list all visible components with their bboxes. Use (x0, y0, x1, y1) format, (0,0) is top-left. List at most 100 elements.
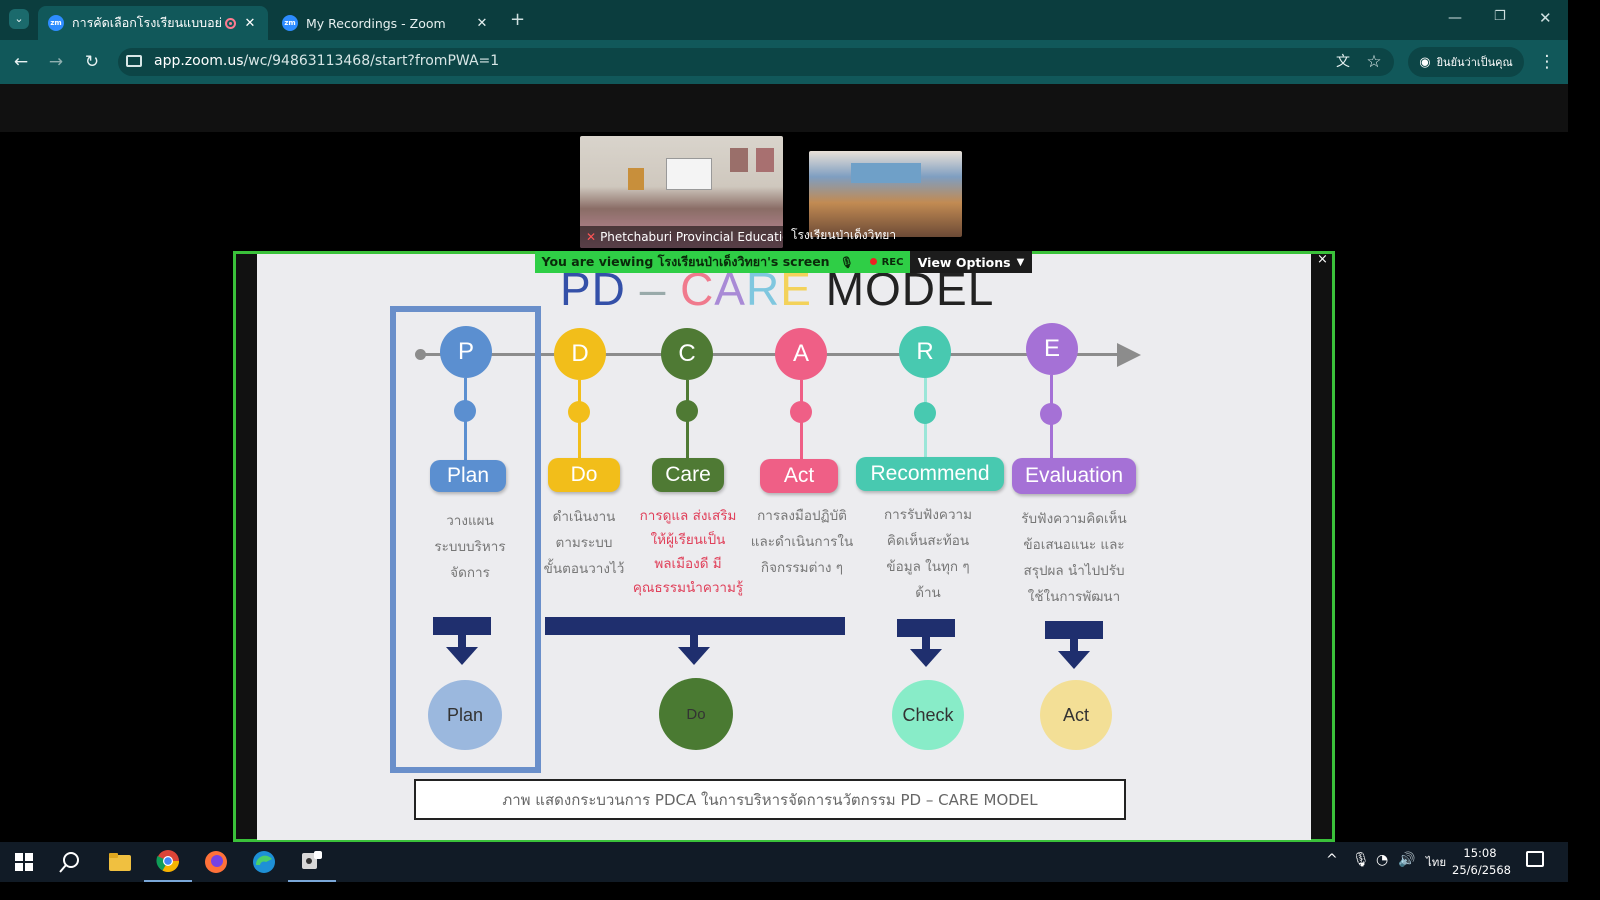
obs-button[interactable] (288, 842, 336, 882)
clock-time: 15:08 (1463, 846, 1497, 860)
slide-caption: ภาพ แสดงกระบวนการ PDCA ในการบริหารจัดการ… (502, 790, 1038, 809)
slide-caption-box: ภาพ แสดงกระบวนการ PDCA ในการบริหารจัดการ… (414, 779, 1126, 820)
down-arrow-icon (446, 647, 478, 665)
shrine-decoration (628, 168, 644, 190)
back-arrow-icon[interactable]: ← (11, 52, 31, 72)
site-info-icon[interactable] (126, 55, 142, 67)
forward-arrow-icon[interactable]: → (46, 52, 66, 72)
edge-icon (253, 851, 275, 873)
tab-title: My Recordings - Zoom (306, 15, 446, 31)
url-domain: app.zoom.us (154, 53, 244, 69)
tab-search-icon[interactable]: ⌄ (9, 9, 29, 29)
desc-line: ตามระบบ (555, 535, 613, 551)
browser-menu-icon[interactable]: ⋮ (1537, 52, 1557, 72)
step-desc-recommend: การรับฟังความ คิดเห็นสะท้อน ข้อมูล ในทุก… (866, 502, 990, 606)
file-explorer-button[interactable] (96, 842, 144, 882)
url-text[interactable]: app.zoom.us/wc/94863113468/start?fromPWA… (154, 53, 499, 69)
bookmark-star-icon[interactable]: ☆ (1364, 52, 1384, 72)
viewing-banner: You are viewing โรงเรียนป่าเด็งวิทยา's s… (535, 251, 910, 273)
notification-icon[interactable] (1526, 851, 1544, 867)
window-close-button[interactable]: ✕ (1539, 9, 1552, 27)
zoom-icon: zm (282, 15, 298, 31)
desc-line: กิจกรรมต่าง ๆ (760, 560, 844, 576)
reload-icon[interactable]: ↻ (82, 52, 102, 72)
step-label-act: Act (760, 459, 838, 493)
down-arrow-icon (678, 647, 710, 665)
desc-line: คุณธรรมนำความรู้ (632, 580, 744, 596)
chrome-button[interactable] (144, 842, 192, 882)
desc-line: ข้อมูล ในทุก ๆ (886, 559, 970, 575)
t-arrow-stem (922, 637, 930, 649)
desc-line: จัดการ (450, 565, 490, 581)
chrome-icon (156, 850, 179, 872)
muted-mic-icon: ✕ (586, 230, 597, 244)
muted-mic-icon: 🎙 (839, 255, 854, 269)
desc-line: ให้ผู้เรียนเป็น (650, 532, 726, 548)
t-arrow-stem (690, 635, 698, 647)
desc-line: วางแผน (446, 513, 494, 529)
tray-chevron-up-icon[interactable]: ^ (1326, 852, 1338, 868)
start-button[interactable] (0, 842, 48, 882)
participant-label: ✕ Phetchaburi Provincial Educatio... (580, 226, 783, 248)
step-desc-do: ดำเนินงาน ตามระบบ ขั้นตอนวางไว้ (532, 504, 636, 582)
tab-my-recordings[interactable]: zm My Recordings - Zoom ✕ (272, 6, 500, 40)
t-arrow-bar (1045, 621, 1103, 639)
firefox-button[interactable] (192, 842, 240, 882)
edge-button[interactable] (240, 842, 288, 882)
viewing-banner-text: You are viewing โรงเรียนป่าเด็งวิทยา's s… (541, 254, 830, 269)
tab-close-icon[interactable]: ✕ (474, 16, 490, 31)
t-arrow-stem (1070, 639, 1078, 651)
new-tab-button[interactable]: + (510, 9, 525, 30)
zoom-icon: zm (48, 15, 64, 31)
step-dot (790, 401, 812, 423)
t-arrow-stem (458, 635, 466, 647)
profile-button[interactable]: ◉ ยินยันว่าเป็นคุณ (1408, 47, 1524, 77)
account-icon: ◉ (1419, 54, 1431, 70)
view-options-button[interactable]: View Options ▼ (910, 251, 1032, 273)
step-label-plan: Plan (430, 460, 506, 492)
pdca-circle-do: Do (659, 678, 733, 750)
desc-line: การดูแล ส่งเสริม (639, 508, 737, 524)
url-path: /wc/94863113468/start?fromPWA=1 (243, 53, 500, 69)
portrait-frame (730, 148, 748, 172)
tab-zoom-meeting[interactable]: zm การคัดเลือกโรงเรียนแบบอย่างการ ✕ (38, 6, 268, 40)
rec-badge: REC (870, 257, 904, 268)
network-icon[interactable]: ◔ (1376, 852, 1388, 868)
language-indicator[interactable]: ไทย (1426, 854, 1446, 872)
zoom-header-strip (0, 84, 1568, 132)
pdca-circle-act: Act (1040, 680, 1112, 750)
down-arrow-icon (910, 649, 942, 667)
step-circle-a: A (775, 328, 827, 380)
camera-app-icon (302, 851, 322, 869)
participant-video-padeng[interactable] (809, 151, 962, 237)
step-desc-act: การลงมือปฏิบัติ และดำเนินการใน กิจกรรมต่… (744, 503, 860, 581)
step-dot (568, 401, 590, 423)
backdrop-banner (851, 163, 921, 183)
desc-line: ด้าน (915, 585, 941, 601)
participant-name: โรงเรียนป่าเด็งวิทยา (791, 228, 897, 242)
chevron-down-icon: ▼ (1016, 256, 1025, 268)
minimize-button[interactable]: — (1448, 10, 1462, 26)
restore-button[interactable]: ❐ (1494, 9, 1506, 24)
step-desc-evaluation: รับฟังความคิดเห็น ข้อเสนอแนะ และ สรุปผล … (1010, 506, 1138, 610)
projector-screen (666, 158, 712, 190)
windows-icon (15, 853, 33, 871)
desc-line: ดำเนินงาน (552, 509, 616, 525)
volume-icon[interactable]: 🔊 (1398, 852, 1415, 868)
desc-line: รับฟังความคิดเห็น (1021, 511, 1127, 527)
clock[interactable]: 15:08 25/6/2568 (1452, 845, 1511, 879)
search-button[interactable] (46, 842, 94, 882)
step-dot (1040, 403, 1062, 425)
desc-line: การรับฟังความ (883, 507, 973, 523)
participant-video-phetchaburi[interactable]: ✕ Phetchaburi Provincial Educatio... (580, 136, 783, 248)
microphone-icon[interactable]: 🎙 (1352, 852, 1370, 868)
desc-line: สรุปผล นำไปปรับ (1023, 563, 1125, 579)
tab-close-icon[interactable]: ✕ (242, 16, 258, 31)
share-close-icon[interactable]: × (1317, 252, 1328, 267)
profile-label: ยินยันว่าเป็นคุณ (1436, 56, 1513, 69)
pdca-circle-plan: Plan (428, 680, 502, 750)
translate-icon[interactable]: 文 (1333, 52, 1353, 72)
desc-line: และดำเนินการใน (750, 534, 854, 550)
step-label-recommend: Recommend (856, 457, 1004, 491)
participant-label: โรงเรียนป่าเด็งวิทยา (786, 226, 991, 244)
